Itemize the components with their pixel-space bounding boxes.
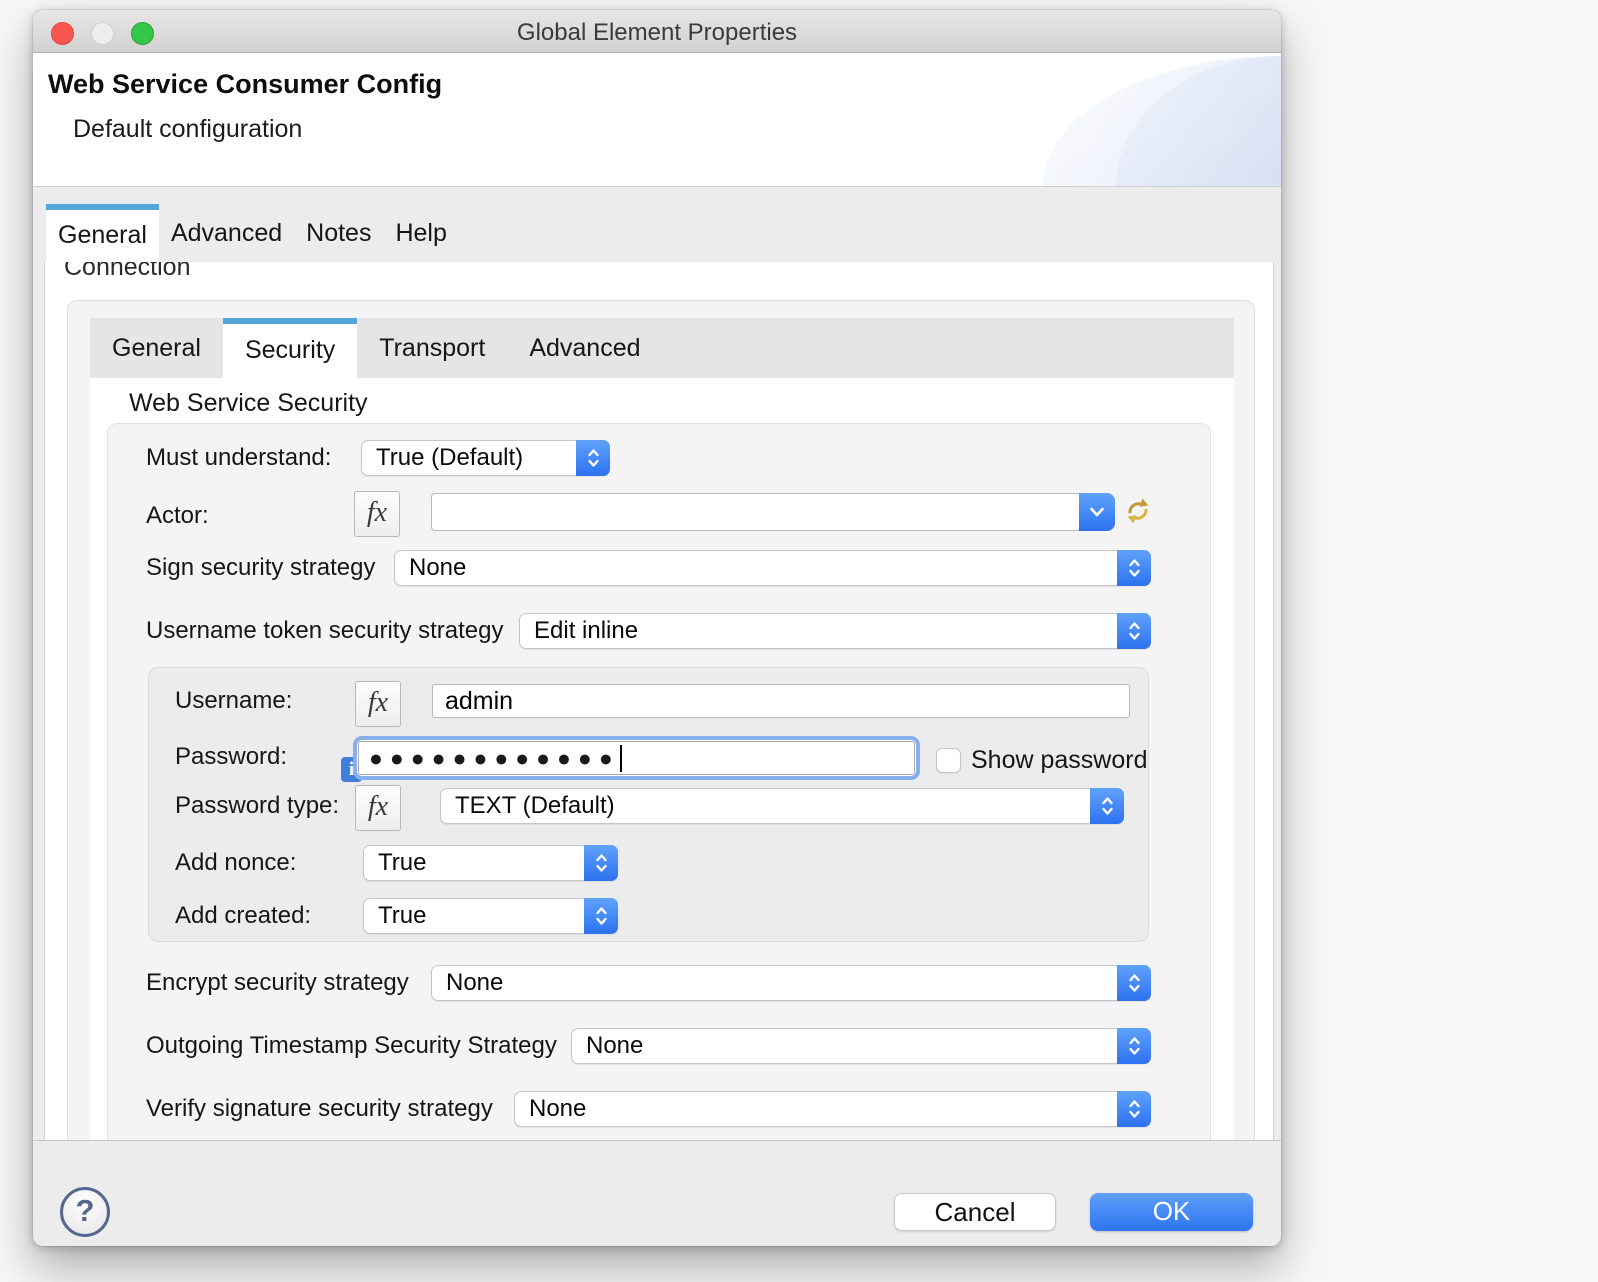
- password-type-fx-button[interactable]: fx: [355, 785, 401, 831]
- tab-general[interactable]: General: [46, 204, 159, 262]
- must-understand-select[interactable]: True (Default): [361, 440, 610, 476]
- outer-tab-bar: General Advanced Notes Help: [46, 204, 459, 262]
- security-tab-content: Web Service Security Must understand: Tr…: [90, 378, 1234, 1140]
- username-label: Username:: [175, 683, 292, 719]
- connection-section-label: Connection: [64, 262, 190, 282]
- actor-input[interactable]: [431, 493, 1080, 531]
- show-password-checkbox[interactable]: [936, 748, 961, 773]
- username-token-panel: Username: fx admin Password: i ●●●●●●●●●…: [148, 667, 1149, 942]
- outgoing-timestamp-strategy-label: Outgoing Timestamp Security Strategy: [146, 1028, 557, 1064]
- encrypt-strategy-label: Encrypt security strategy: [146, 965, 409, 1001]
- password-type-value: TEXT (Default): [441, 789, 1090, 823]
- verify-signature-strategy-value: None: [515, 1092, 1117, 1126]
- actor-fx-button[interactable]: fx: [354, 491, 400, 537]
- tab-advanced[interactable]: Advanced: [159, 204, 294, 262]
- refresh-icon[interactable]: [1123, 496, 1153, 526]
- dialog-title: Web Service Consumer Config: [48, 69, 442, 100]
- tab-help[interactable]: Help: [383, 204, 458, 262]
- tab-connection-advanced[interactable]: Advanced: [507, 318, 662, 378]
- tab-notes[interactable]: Notes: [294, 204, 383, 262]
- connection-tab-bar: General Security Transport Advanced: [90, 318, 1234, 378]
- dialog-footer: ? Cancel OK: [33, 1140, 1281, 1246]
- verify-signature-strategy-label: Verify signature security strategy: [146, 1091, 493, 1127]
- fx-icon: fx: [367, 497, 387, 528]
- fx-icon: fx: [368, 791, 388, 822]
- password-type-select[interactable]: TEXT (Default): [440, 788, 1124, 824]
- ok-button[interactable]: OK: [1090, 1193, 1253, 1231]
- web-service-security-title: Web Service Security: [129, 389, 368, 418]
- username-token-strategy-select[interactable]: Edit inline: [519, 613, 1151, 649]
- must-understand-label: Must understand:: [146, 440, 331, 476]
- chevron-up-down-icon: [1117, 613, 1151, 649]
- must-understand-value: True (Default): [362, 441, 576, 475]
- chevron-up-down-icon: [584, 898, 618, 934]
- actor-label: Actor:: [146, 498, 209, 534]
- sign-strategy-label: Sign security strategy: [146, 550, 375, 586]
- chevron-up-down-icon: [576, 440, 610, 476]
- chevron-up-down-icon: [584, 845, 618, 881]
- connection-group-box: General Security Transport Advanced Web …: [67, 300, 1255, 1140]
- add-created-select[interactable]: True: [363, 898, 618, 934]
- sign-strategy-value: None: [395, 551, 1117, 585]
- cancel-button[interactable]: Cancel: [894, 1193, 1056, 1231]
- scrollable-content-area[interactable]: Connection General Security Transport Ad…: [44, 262, 1274, 1140]
- add-nonce-value: True: [364, 846, 584, 880]
- password-input[interactable]: ●●●●●●●●●●●●: [358, 741, 915, 775]
- show-password-label: Show password: [971, 742, 1147, 778]
- window-titlebar: Global Element Properties: [33, 10, 1281, 53]
- password-masked-value: ●●●●●●●●●●●●: [369, 747, 620, 770]
- add-created-value: True: [364, 899, 584, 933]
- dialog-header: Web Service Consumer Config Default conf…: [33, 53, 1281, 187]
- chevron-up-down-icon: [1117, 1091, 1151, 1127]
- password-label: Password:: [175, 739, 287, 775]
- password-type-label: Password type:: [175, 788, 339, 824]
- sign-strategy-select[interactable]: None: [394, 550, 1151, 586]
- chevron-up-down-icon: [1117, 550, 1151, 586]
- verify-signature-strategy-select[interactable]: None: [514, 1091, 1151, 1127]
- encrypt-strategy-select[interactable]: None: [431, 965, 1151, 1001]
- tab-connection-transport[interactable]: Transport: [357, 318, 507, 378]
- chevron-up-down-icon: [1117, 1028, 1151, 1064]
- dialog-body: General Advanced Notes Help Connection G…: [33, 187, 1281, 1140]
- window-title: Global Element Properties: [33, 10, 1281, 53]
- username-token-strategy-value: Edit inline: [520, 614, 1117, 648]
- tab-connection-security[interactable]: Security: [223, 318, 357, 378]
- username-token-strategy-label: Username token security strategy: [146, 613, 503, 649]
- add-created-label: Add created:: [175, 898, 311, 934]
- outgoing-timestamp-strategy-select[interactable]: None: [571, 1028, 1151, 1064]
- web-service-security-group: Must understand: True (Default) Actor: f…: [107, 423, 1211, 1140]
- chevron-down-icon: [1079, 493, 1115, 531]
- header-decoration-arc-inner: [1116, 56, 1281, 186]
- chevron-up-down-icon: [1117, 965, 1151, 1001]
- outgoing-timestamp-strategy-value: None: [572, 1029, 1117, 1063]
- fx-icon: fx: [368, 687, 388, 718]
- add-nonce-select[interactable]: True: [363, 845, 618, 881]
- dialog-window: Global Element Properties Web Service Co…: [33, 10, 1281, 1246]
- tab-connection-general[interactable]: General: [90, 318, 223, 378]
- help-button[interactable]: ?: [60, 1187, 110, 1237]
- username-fx-button[interactable]: fx: [355, 681, 401, 727]
- help-icon: ?: [76, 1193, 95, 1228]
- add-nonce-label: Add nonce:: [175, 845, 296, 881]
- username-input[interactable]: admin: [432, 684, 1130, 718]
- password-field-focus-ring: ●●●●●●●●●●●●: [353, 736, 920, 780]
- dialog-subtitle: Default configuration: [73, 115, 302, 144]
- actor-combobox[interactable]: [431, 493, 1115, 531]
- chevron-up-down-icon: [1090, 788, 1124, 824]
- text-cursor: [620, 745, 622, 772]
- encrypt-strategy-value: None: [432, 966, 1117, 1000]
